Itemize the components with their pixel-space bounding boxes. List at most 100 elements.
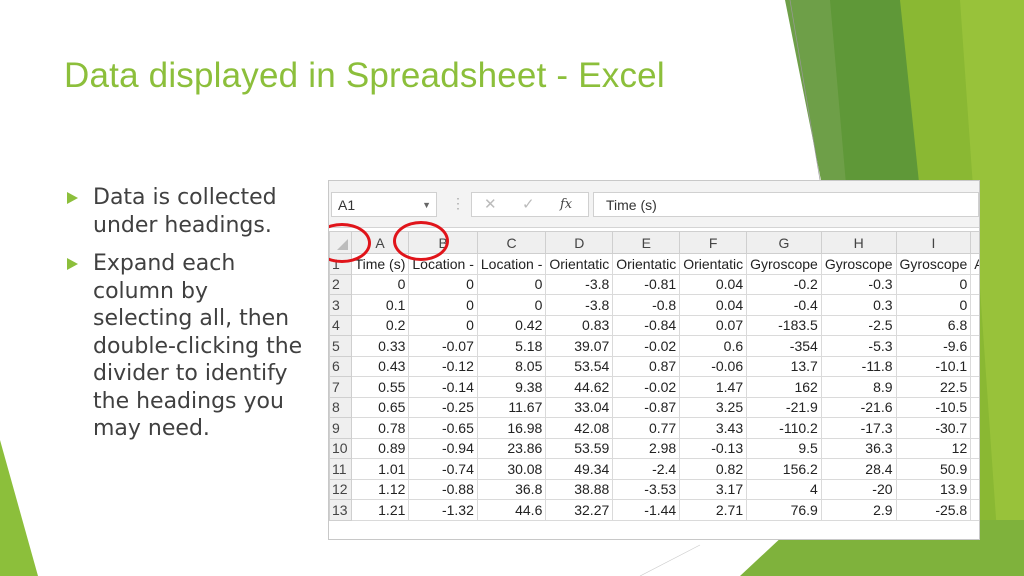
cell[interactable]: 22.5 [895,376,972,398]
cell[interactable]: -2.5 [820,314,897,336]
cell[interactable]: -0.74 [408,458,478,480]
row-header[interactable]: 6 [329,355,352,377]
row-header[interactable]: 8 [329,396,352,418]
cell[interactable]: -5.3 [820,335,897,357]
fx-icon[interactable]: fx [560,197,572,212]
cell[interactable]: 49.34 [545,458,614,480]
cell[interactable]: 1.21 [350,499,410,521]
cell[interactable]: -1.32 [408,499,478,521]
cell[interactable]: 38.88 [545,478,614,500]
cell[interactable]: 42.08 [545,417,614,439]
cell[interactable] [970,478,979,500]
cell[interactable] [970,417,979,439]
column-header-e[interactable]: E [612,231,681,254]
cell[interactable]: -21.6 [820,396,897,418]
cell[interactable]: -0.13 [679,437,748,459]
cell[interactable]: -10.5 [895,396,972,418]
cell[interactable] [970,335,979,357]
cell[interactable]: 1.12 [350,478,410,500]
cell[interactable]: 0 [408,273,478,295]
cell[interactable]: 5.18 [476,335,547,357]
row-header[interactable]: 7 [329,376,352,398]
row-header[interactable]: 11 [329,458,352,480]
cell[interactable]: 16.98 [476,417,547,439]
cell[interactable]: -0.2 [746,273,822,295]
cell[interactable]: 0.65 [350,396,410,418]
cell[interactable]: 33.04 [545,396,614,418]
cell[interactable]: 0.2 [350,314,410,336]
cell[interactable]: 0 [408,294,478,316]
chevron-down-icon[interactable]: ▼ [422,193,431,218]
cell[interactable]: -1.44 [612,499,681,521]
cell[interactable]: -110.2 [746,417,822,439]
cell[interactable]: 76.9 [746,499,822,521]
cell[interactable]: 28.4 [820,458,897,480]
cell[interactable]: 6.8 [895,314,972,336]
cell[interactable]: 39.07 [545,335,614,357]
cell[interactable]: -0.02 [612,376,681,398]
cell[interactable]: 30.08 [476,458,547,480]
cell[interactable]: 53.59 [545,437,614,459]
column-header-d[interactable]: D [545,231,614,254]
column-header-g[interactable]: G [746,231,822,254]
cell[interactable]: -10.1 [895,355,972,377]
cell[interactable]: -0.81 [612,273,681,295]
row-header[interactable]: 2 [329,273,352,295]
cell[interactable]: 0.55 [350,376,410,398]
cell[interactable]: -2.4 [612,458,681,480]
cell[interactable]: Gyroscope [820,253,897,275]
cell[interactable]: 0 [895,294,972,316]
row-header[interactable]: 5 [329,335,352,357]
cell[interactable]: -183.5 [746,314,822,336]
cell[interactable]: 0.42 [476,314,547,336]
cell[interactable]: 3.17 [679,478,748,500]
cell[interactable]: -0.8 [612,294,681,316]
cell[interactable]: -0.84 [612,314,681,336]
cell[interactable]: Orientatic [679,253,748,275]
cell[interactable]: -21.9 [746,396,822,418]
row-header[interactable]: 9 [329,417,352,439]
cell[interactable]: 162 [746,376,822,398]
cell[interactable] [970,458,979,480]
cell[interactable]: A [970,253,979,275]
cell[interactable]: 3.25 [679,396,748,418]
cell[interactable]: -3.53 [612,478,681,500]
cell[interactable]: 36.3 [820,437,897,459]
cell[interactable] [970,355,979,377]
column-header-i[interactable]: I [895,231,972,254]
cell[interactable]: 0.82 [679,458,748,480]
name-box[interactable]: A1 ▼ [331,192,437,217]
cell[interactable]: 1.47 [679,376,748,398]
cell[interactable]: 1.01 [350,458,410,480]
cell[interactable]: -0.88 [408,478,478,500]
cell[interactable]: -0.87 [612,396,681,418]
cell[interactable]: -0.25 [408,396,478,418]
cell[interactable]: 32.27 [545,499,614,521]
cell[interactable] [970,294,979,316]
column-header-c[interactable]: C [476,231,547,254]
cell[interactable]: 4 [746,478,822,500]
cancel-icon[interactable]: ✕ [484,195,497,213]
cell[interactable]: 0.3 [820,294,897,316]
cell[interactable]: -0.4 [746,294,822,316]
enter-icon[interactable]: ✓ [522,195,535,213]
cell[interactable] [970,437,979,459]
row-header[interactable]: 13 [329,499,352,521]
cell[interactable]: -0.65 [408,417,478,439]
cell[interactable]: 0.1 [350,294,410,316]
cell[interactable]: -3.8 [545,294,614,316]
cell[interactable]: -354 [746,335,822,357]
cell[interactable] [970,396,979,418]
cell[interactable]: 2.98 [612,437,681,459]
cell[interactable]: 44.62 [545,376,614,398]
column-header[interactable] [970,231,979,254]
cell[interactable]: 8.05 [476,355,547,377]
cell[interactable]: 0.83 [545,314,614,336]
cell[interactable]: 8.9 [820,376,897,398]
cell[interactable]: -25.8 [895,499,972,521]
cell[interactable]: 156.2 [746,458,822,480]
column-header-h[interactable]: H [820,231,897,254]
cell[interactable]: 11.67 [476,396,547,418]
cell[interactable]: -9.6 [895,335,972,357]
cell[interactable]: -17.3 [820,417,897,439]
